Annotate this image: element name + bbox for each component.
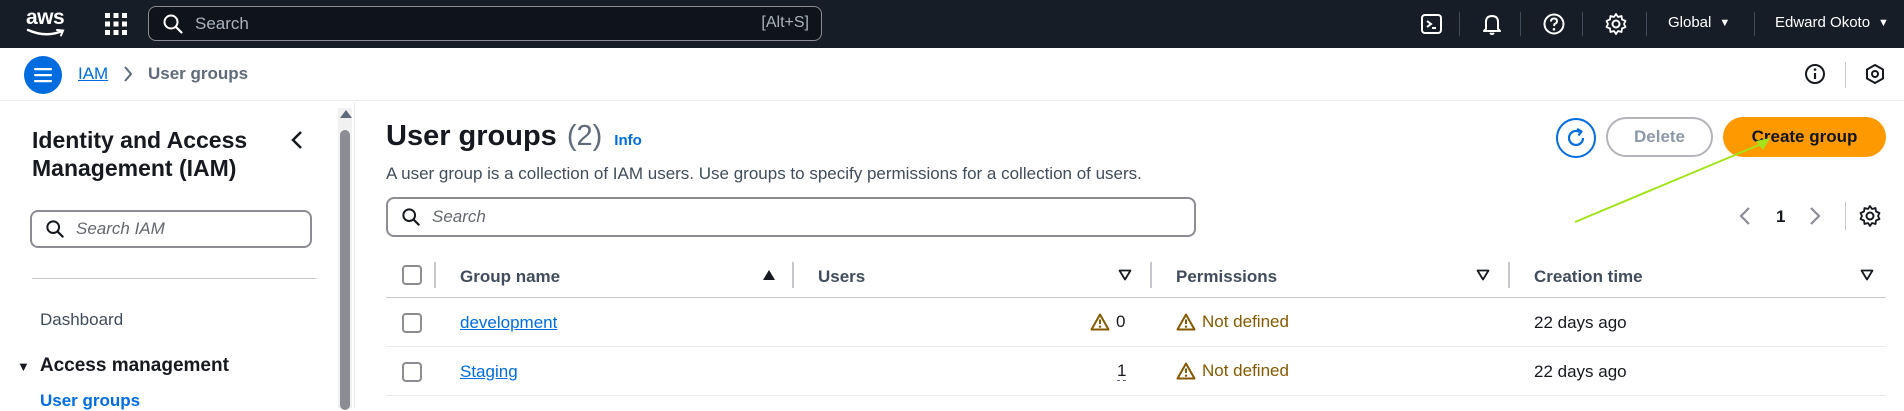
info-panel-icon[interactable] (1804, 63, 1826, 85)
permissions-cell: Not defined (1176, 312, 1289, 332)
top-navigation: aws [Alt+S] (0, 0, 1904, 48)
caret-down-icon: ▼ (1719, 16, 1731, 29)
nav-divider (1754, 12, 1755, 36)
column-header-creation-time[interactable]: Creation time (1534, 267, 1643, 287)
warning-icon (1176, 362, 1196, 380)
breadcrumb-bar: IAM User groups (0, 48, 1904, 101)
column-header-users[interactable]: Users (818, 267, 865, 287)
search-icon (163, 14, 183, 34)
info-link[interactable]: Info (614, 132, 642, 149)
select-all-checkbox[interactable] (402, 265, 422, 285)
sort-toggle-icon[interactable] (1860, 269, 1874, 281)
table-search-input[interactable] (432, 207, 1172, 227)
chevron-right-icon (124, 66, 133, 82)
services-grid-icon[interactable] (104, 12, 128, 36)
column-header-permissions[interactable]: Permissions (1176, 267, 1277, 287)
scrollbar-thumb[interactable] (340, 130, 350, 410)
table-preferences-gear-icon[interactable] (1858, 204, 1882, 228)
table-search[interactable] (386, 197, 1196, 237)
users-cell: 0 (1090, 312, 1125, 332)
table-row: development 0 Not defined 22 days ago (386, 299, 1886, 347)
main-divider (354, 102, 355, 408)
page-header: User groups (2) Info (386, 120, 642, 153)
caret-down-icon: ▼ (1878, 16, 1889, 29)
caret-down-icon: ▼ (17, 358, 30, 374)
region-selector[interactable]: Global ▼ (1668, 14, 1730, 31)
column-divider (1150, 262, 1152, 288)
refresh-button[interactable] (1556, 118, 1596, 158)
delete-button[interactable]: Delete (1606, 117, 1713, 157)
side-nav-user-groups[interactable]: User groups (40, 391, 140, 411)
account-menu[interactable]: Edward Okoto ▼ (1775, 14, 1889, 31)
previous-page-icon[interactable] (1738, 206, 1752, 226)
search-icon (46, 220, 64, 238)
side-nav-search[interactable] (30, 210, 312, 248)
side-nav-title: Identity and Access Management (IAM) (32, 127, 248, 181)
group-name-link[interactable]: Staging (460, 362, 518, 382)
column-divider (434, 262, 436, 288)
warning-icon (1090, 313, 1110, 331)
aws-logo-text: aws (26, 6, 65, 29)
row-checkbox[interactable] (402, 313, 422, 333)
hamburger-menu-button[interactable] (24, 56, 62, 94)
page-number[interactable]: 1 (1776, 207, 1785, 227)
nav-divider (1459, 12, 1460, 36)
search-icon (402, 208, 420, 226)
table-header: Group name Users Permissions Creation ti… (386, 256, 1886, 298)
side-nav-access-management[interactable]: ▼ Access management (17, 355, 229, 377)
breadcrumb-divider (1845, 62, 1846, 88)
account-name: Edward Okoto (1775, 14, 1871, 31)
column-divider (1508, 262, 1510, 288)
nav-divider (1520, 12, 1521, 36)
global-search-input[interactable] (195, 13, 695, 34)
aws-logo[interactable]: aws (26, 6, 68, 40)
preferences-icon[interactable] (1864, 63, 1886, 85)
group-name-link[interactable]: development (460, 313, 557, 333)
page-title: User groups (386, 120, 557, 152)
warning-icon (1176, 313, 1196, 331)
notifications-bell-icon[interactable] (1480, 12, 1504, 36)
row-checkbox[interactable] (402, 362, 422, 382)
column-divider (792, 262, 794, 288)
scroll-up-arrow-icon[interactable] (340, 110, 352, 118)
collapse-side-nav-icon[interactable] (290, 130, 304, 150)
permissions-status: Not defined (1202, 361, 1289, 380)
global-search[interactable]: [Alt+S] (148, 6, 822, 41)
help-icon[interactable] (1542, 12, 1566, 36)
settings-gear-icon[interactable] (1604, 12, 1628, 36)
cloudshell-icon[interactable] (1420, 12, 1444, 36)
user-count: 0 (1116, 312, 1126, 331)
breadcrumb-iam-link[interactable]: IAM (78, 64, 108, 84)
user-count[interactable]: 1 (1117, 362, 1127, 381)
region-label: Global (1668, 14, 1712, 31)
sort-toggle-icon[interactable] (1118, 269, 1132, 281)
nav-divider (1582, 12, 1583, 36)
side-nav-dashboard[interactable]: Dashboard (40, 310, 123, 330)
creation-time: 22 days ago (1534, 313, 1627, 332)
next-page-icon[interactable] (1808, 206, 1822, 226)
sort-toggle-icon[interactable] (1476, 269, 1490, 281)
side-nav-search-input[interactable] (76, 219, 296, 239)
refresh-icon (1567, 128, 1585, 147)
create-group-button[interactable]: Create group (1723, 117, 1886, 157)
permissions-status: Not defined (1202, 312, 1289, 331)
hamburger-icon (34, 68, 52, 83)
aws-smile-icon (26, 28, 65, 37)
nav-divider (1646, 12, 1647, 36)
side-nav-divider (32, 278, 316, 279)
pagination-divider (1845, 202, 1846, 230)
table-row: Staging 1 Not defined 22 days ago (386, 348, 1886, 396)
search-shortcut-hint: [Alt+S] (761, 14, 809, 31)
column-header-group-name[interactable]: Group name (460, 267, 560, 287)
permissions-cell: Not defined (1176, 361, 1289, 381)
page-description: A user group is a collection of IAM user… (386, 164, 1142, 183)
creation-time: 22 days ago (1534, 362, 1627, 381)
side-nav-section-label: Access management (39, 355, 229, 376)
sort-ascending-icon[interactable] (762, 269, 776, 281)
breadcrumb-current: User groups (148, 64, 249, 83)
group-count: (2) (566, 120, 603, 152)
